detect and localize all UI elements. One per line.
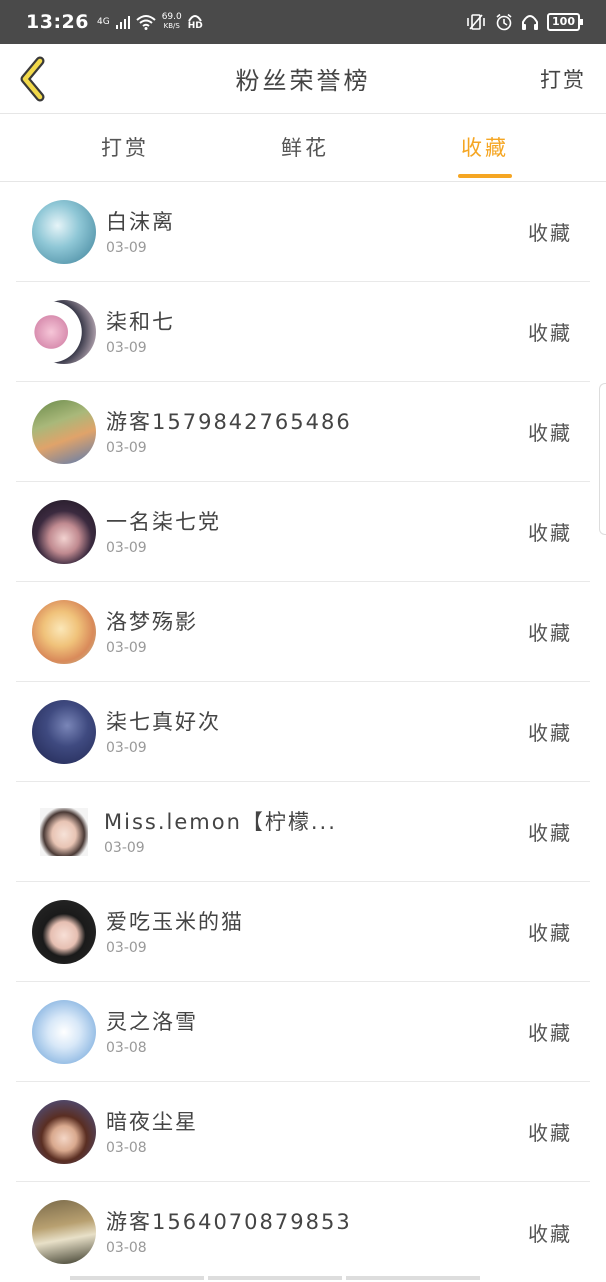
date-label: 03-08 (106, 1240, 147, 1256)
avatar (32, 999, 96, 1064)
user-name: 一名柒七党 (106, 509, 221, 534)
list-item-info: 游客1579842765486 03-09 (106, 408, 352, 456)
user-name: 洛梦殇影 (106, 609, 198, 634)
avatar (32, 899, 96, 964)
user-name: 白沫离 (106, 209, 175, 234)
date-label: 03-08 (106, 1139, 147, 1156)
reward-button[interactable]: 打赏 (540, 64, 586, 94)
list-item[interactable]: 一名柒七党 03-09 收藏 (16, 482, 590, 582)
list-item-info: Miss.lemon【柠檬... 03-09 (104, 808, 337, 856)
user-name: Miss.lemon【柠檬... (104, 809, 337, 834)
avatar (32, 699, 96, 764)
action-label: 收藏 (528, 221, 572, 245)
list-item[interactable]: 柒七真好次 03-09 收藏 (16, 682, 590, 782)
avatar (32, 1099, 96, 1164)
action-label: 收藏 (528, 1121, 572, 1145)
date-label: 03-09 (106, 539, 147, 556)
list-item[interactable]: 白沫离 03-09 收藏 (16, 182, 590, 282)
action-label: 收藏 (528, 821, 572, 845)
list-item[interactable]: 游客1564070879853 03-08 收藏 (16, 1182, 590, 1282)
action-label: 收藏 (528, 1221, 572, 1246)
page-title: 粉丝荣誉榜 (235, 67, 371, 95)
action-label: 收藏 (528, 421, 572, 445)
bottom-bar-segment (346, 1276, 480, 1280)
back-arrow-icon[interactable] (16, 56, 50, 102)
bottom-divider (70, 1276, 480, 1280)
wifi-icon (136, 15, 156, 30)
date-label: 03-09 (106, 739, 147, 756)
avatar (32, 499, 96, 564)
tab-favorites[interactable]: 收藏 (395, 114, 575, 181)
list-item-info: 洛梦殇影 03-09 (106, 608, 198, 656)
list-item-info: 灵之洛雪 03-08 (106, 1008, 198, 1056)
headphones-icon (522, 15, 539, 30)
action-label: 收藏 (528, 521, 572, 545)
action-label: 收藏 (528, 721, 572, 745)
date-label: 03-09 (104, 839, 145, 856)
action-label: 收藏 (528, 921, 572, 945)
user-name: 柒七真好次 (106, 709, 221, 734)
date-label: 03-09 (106, 339, 147, 356)
user-name: 爱吃玉米的猫 (106, 909, 244, 934)
list-item-info: 柒七真好次 03-09 (106, 708, 221, 756)
status-left-icons: 4G 69.0 KB/S HD (97, 13, 203, 31)
status-time: 13:26 (26, 11, 89, 33)
status-bar: 13:26 4G 69.0 KB/S HD 100 (0, 0, 606, 44)
net-speed: 69.0 KB/S (162, 13, 182, 31)
avatar (32, 599, 96, 664)
signal-icon (115, 16, 130, 29)
list-item-info: 爱吃玉米的猫 03-09 (106, 908, 244, 956)
bottom-bar-segment (70, 1276, 204, 1280)
list-item[interactable]: 柒和七 03-09 收藏 (16, 282, 590, 382)
date-label: 03-09 (106, 239, 147, 256)
user-name: 灵之洛雪 (106, 1009, 198, 1034)
bottom-bar-segment (208, 1276, 342, 1280)
list-item-info: 白沫离 03-09 (106, 208, 175, 256)
user-name: 游客1564070879853 (106, 1210, 352, 1234)
user-name: 暗夜尘星 (106, 1109, 198, 1134)
list-item[interactable]: 洛梦殇影 03-09 收藏 (16, 582, 590, 682)
net-speed-unit: KB/S (163, 22, 180, 30)
app-bar: 粉丝荣誉榜 打赏 (0, 44, 606, 114)
battery-indicator: 100 (547, 13, 583, 31)
list-item-info: 柒和七 03-09 (106, 308, 175, 356)
action-label: 收藏 (528, 621, 572, 645)
list-item-info: 暗夜尘星 03-08 (106, 1108, 198, 1156)
network-label: 4G (96, 16, 110, 27)
user-name: 游客1579842765486 (106, 409, 352, 434)
avatar (32, 399, 96, 464)
hd-indicator: HD (188, 14, 203, 31)
list-item[interactable]: 游客1579842765486 03-09 收藏 (16, 382, 590, 482)
action-label: 收藏 (528, 1021, 572, 1045)
fan-list: 白沫离 03-09 收藏 柒和七 03-09 收藏 游客157984276548… (0, 182, 606, 1282)
list-item-info: 一名柒七党 03-09 (106, 508, 221, 556)
avatar (32, 299, 96, 364)
date-label: 03-09 (106, 439, 147, 456)
list-item[interactable]: 灵之洛雪 03-08 收藏 (16, 982, 590, 1082)
tab-flowers[interactable]: 鲜花 (215, 114, 395, 181)
edge-scroll-handle[interactable] (599, 383, 606, 535)
action-label: 收藏 (528, 321, 572, 345)
tab-reward[interactable]: 打赏 (35, 114, 215, 181)
hd-label: HD (187, 20, 203, 31)
net-speed-value: 69.0 (161, 12, 182, 22)
tab-bar: 打赏 鲜花 收藏 (0, 114, 606, 182)
list-item-info: 游客1564070879853 03-08 (106, 1208, 352, 1256)
list-item[interactable]: 爱吃玉米的猫 03-09 收藏 (16, 882, 590, 982)
alarm-icon (496, 13, 512, 31)
list-item[interactable]: Miss.lemon【柠檬... 03-09 收藏 (16, 782, 590, 882)
status-right-icons: 100 (465, 13, 583, 31)
date-label: 03-09 (106, 939, 147, 956)
avatar (32, 199, 96, 264)
avatar (40, 807, 88, 856)
user-name: 柒和七 (106, 309, 175, 334)
date-label: 03-09 (106, 639, 147, 656)
avatar (32, 1200, 96, 1264)
list-item[interactable]: 暗夜尘星 03-08 收藏 (16, 1082, 590, 1182)
date-label: 03-08 (106, 1039, 147, 1056)
vibrate-icon (467, 14, 485, 30)
